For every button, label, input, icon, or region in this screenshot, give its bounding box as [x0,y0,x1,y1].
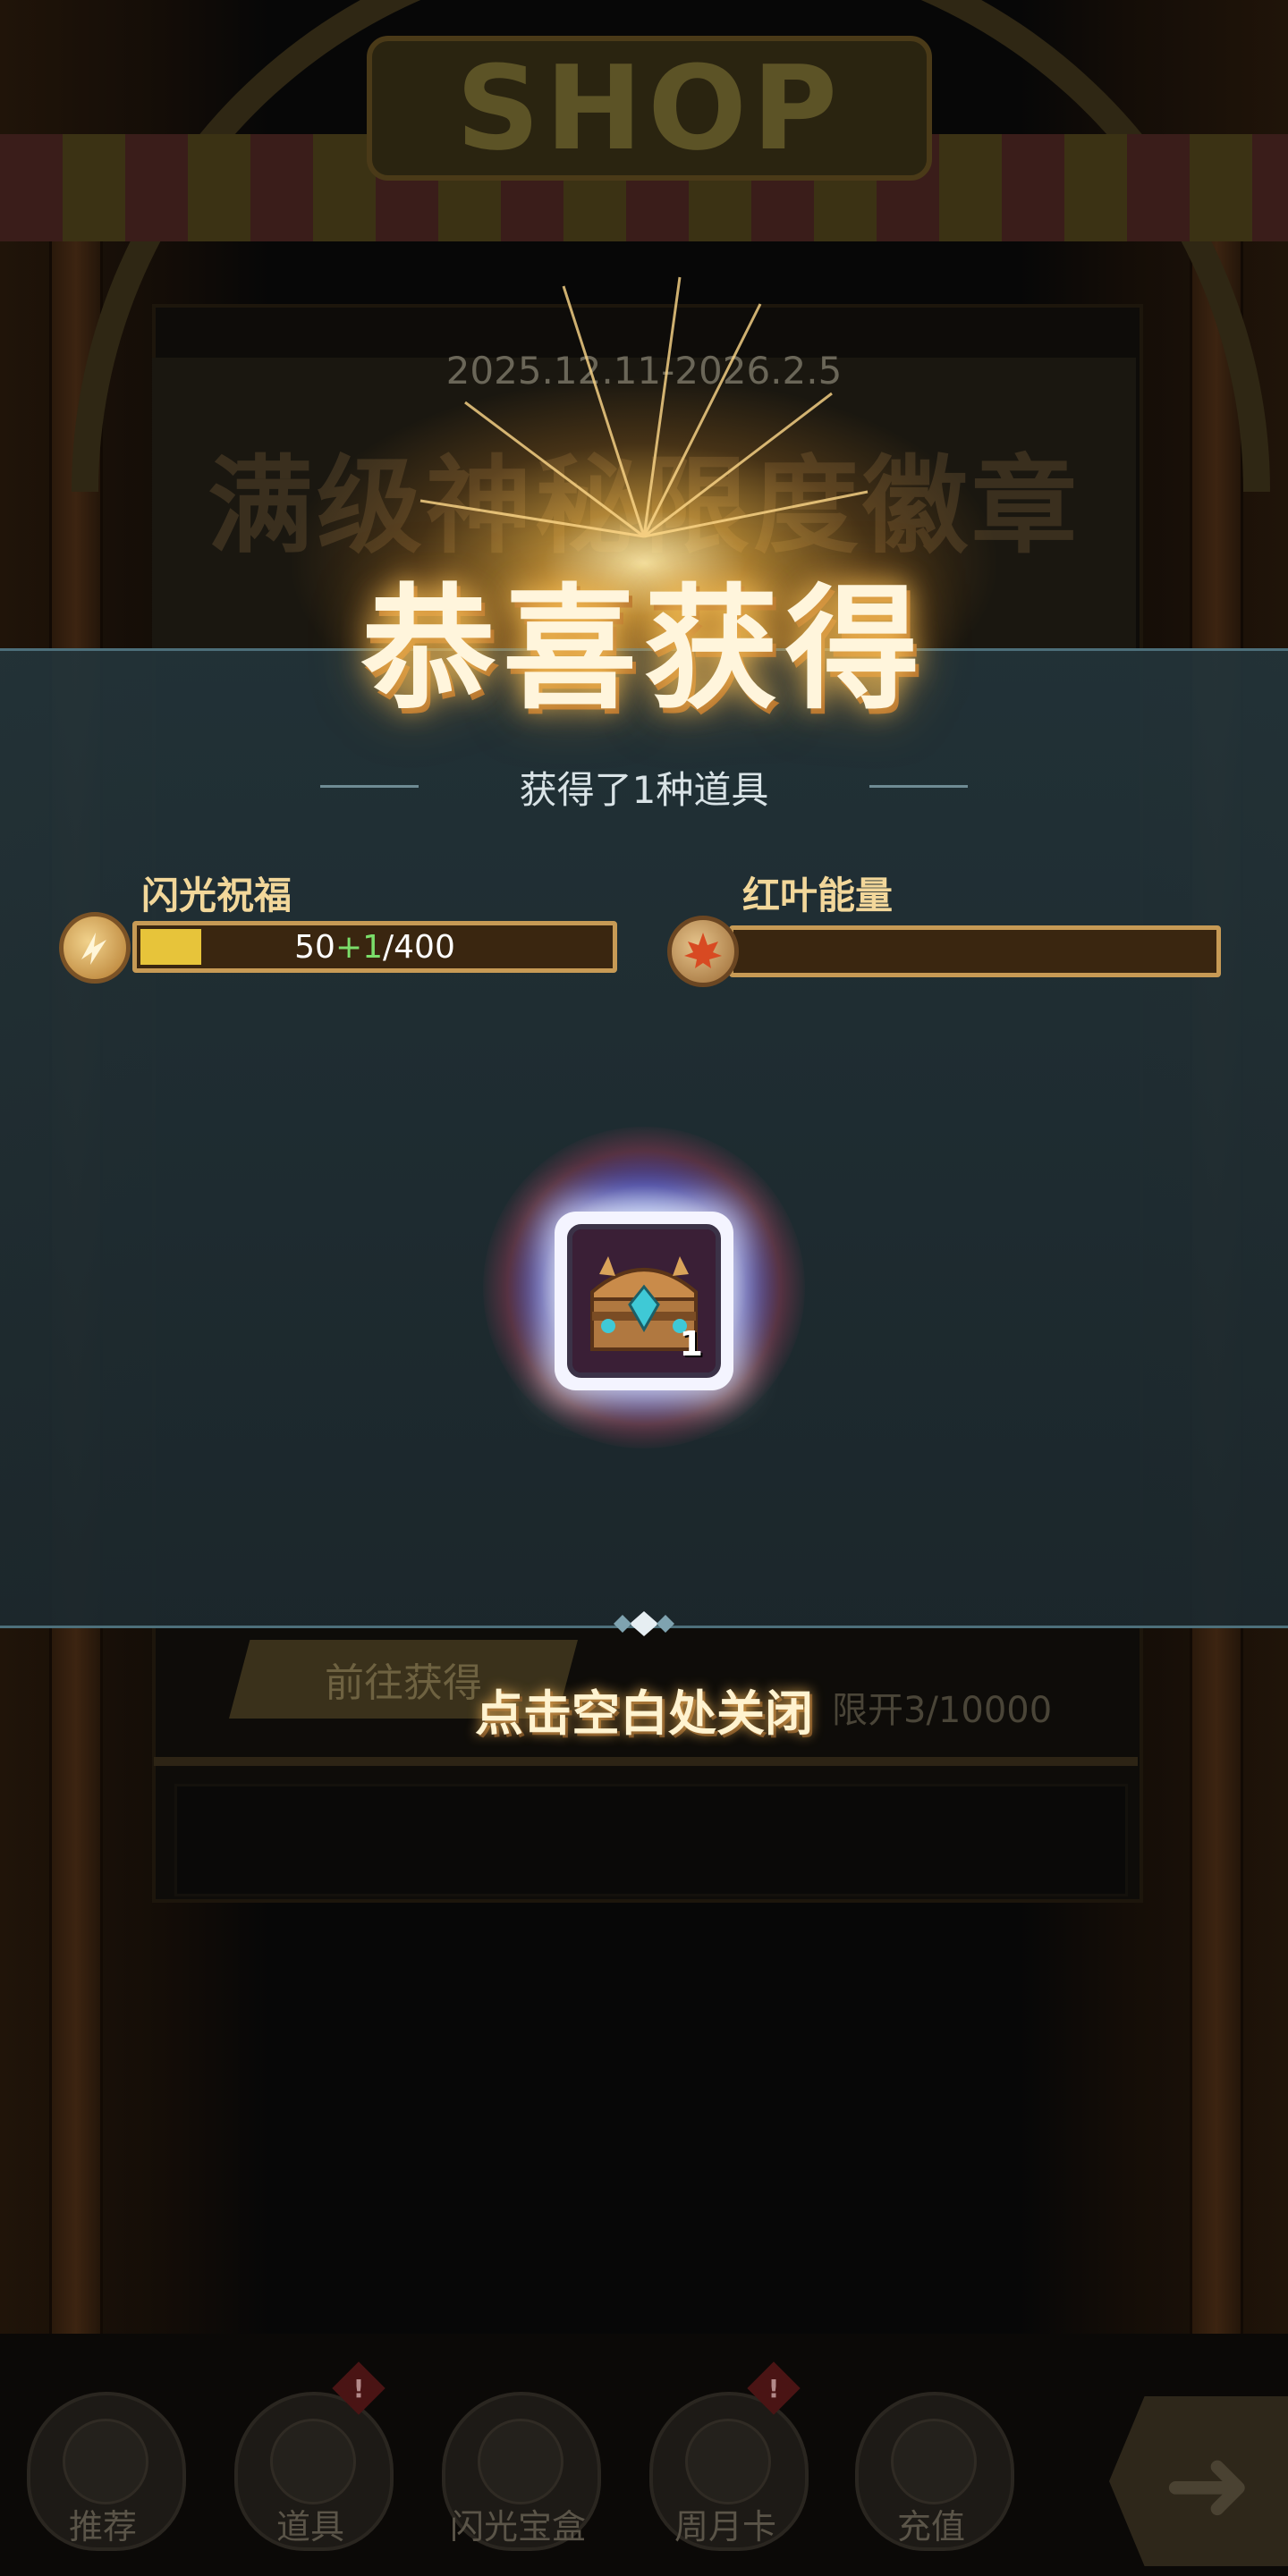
item-count: 1 [679,1324,703,1364]
nav-label: 推荐 [68,2507,137,2546]
empty-slot [174,1784,1128,1896]
flash-max: /400 [383,928,455,966]
alert-badge-icon: ! [747,2361,801,2415]
flash-blessing-label: 闪光祝福 [141,874,292,917]
reward-subtitle: 获得了1种道具 [519,768,769,812]
item-frame: 1 [567,1224,721,1378]
flash-blessing-icon [59,912,131,984]
tap-to-close-hint[interactable]: 点击空白处关闭 [0,1674,1288,1744]
alert-badge-icon: ! [332,2361,386,2415]
nav-item-items[interactable]: 道具 ! [225,2361,395,2557]
maple-leaf-icon [667,916,739,987]
leaf-energy-label: 红叶能量 [742,874,894,917]
item-bag-icon [270,2419,356,2504]
nav-item-recharge[interactable]: 充值 [846,2369,1016,2557]
nav-label: 闪光宝盒 [449,2507,586,2546]
mask-icon [63,2419,148,2504]
flash-blessing-bar: 50 +1/400 [132,921,617,973]
nav-item-recommend[interactable]: 推荐 [18,2369,188,2557]
flash-current: 50 [294,928,335,966]
shop-sign: SHOP [367,36,932,181]
nav-item-flash-box[interactable]: 闪光宝盒 [433,2369,603,2557]
arrow-right-icon: ➜ [1163,2423,1253,2547]
subtitle-line-right [869,785,968,788]
divider-diamond-icon [614,1611,674,1636]
nav-item-week-month-card[interactable]: 周月卡 ! [640,2361,810,2557]
flash-blessing-value: 50 +1/400 [137,925,613,968]
leaf-energy-bar [729,925,1221,977]
badge-text: ! [767,2373,780,2403]
shelf-divider [154,1757,1138,1766]
nav-label: 道具 [275,2507,344,2546]
badge-text: ! [352,2373,365,2403]
reward-item-card[interactable]: 1 [555,1212,733,1390]
arrow-up-icon [685,2419,771,2504]
nav-label: 周月卡 [674,2507,776,2546]
next-page-button[interactable]: ➜ [1109,2396,1288,2566]
gold-icon [891,2419,977,2504]
reward-title: 恭喜获得 [360,570,927,728]
flash-plus: +1 [335,928,384,966]
nav-label: 充值 [896,2507,965,2546]
shop-sign-text: SHOP [455,40,843,176]
dice-icon [478,2419,564,2504]
